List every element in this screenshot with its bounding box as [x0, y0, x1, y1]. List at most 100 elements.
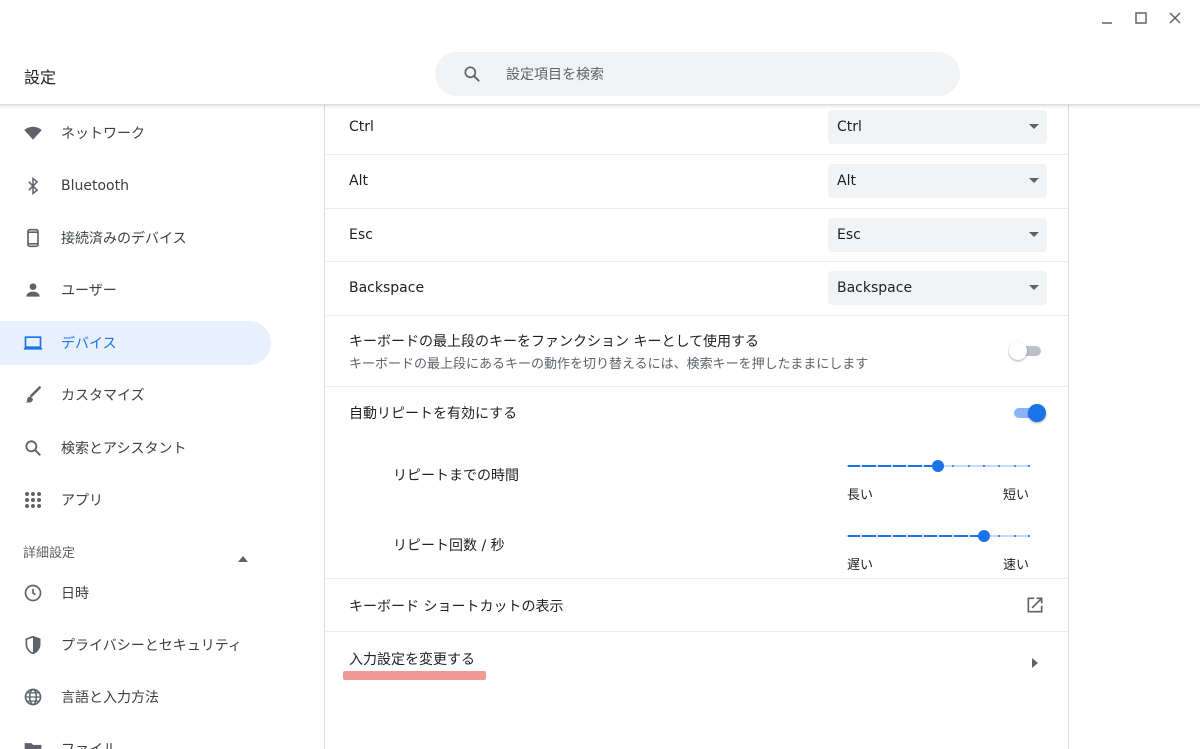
slider-tick	[860, 535, 862, 537]
minimize-icon	[1102, 22, 1112, 24]
wifi-icon	[21, 121, 45, 145]
open-in-new-icon[interactable]	[1025, 595, 1045, 619]
keyboard-shortcuts-row[interactable]: キーボード ショートカットの表示	[326, 579, 1068, 632]
repeat-delay-slider[interactable]	[846, 458, 1030, 474]
slider-thumb[interactable]	[978, 530, 990, 542]
select-value: Ctrl	[837, 119, 862, 135]
search-icon	[461, 63, 483, 85]
slider-tick	[1028, 535, 1030, 537]
slider-tick	[906, 535, 908, 537]
sidebar-item-files[interactable]: ファイル	[0, 727, 271, 749]
keymap-row-ctrl: Ctrl Ctrl	[326, 105, 1068, 155]
sidebar-item-label: ファイル	[61, 739, 117, 749]
bluetooth-icon	[21, 174, 45, 198]
clock-icon	[21, 581, 45, 605]
sidebar-item-personalization[interactable]: カスタマイズ	[0, 373, 271, 417]
function-keys-title: キーボードの最上段のキーをファンクション キーとして使用する	[349, 334, 760, 350]
slider-tick	[1014, 535, 1016, 537]
slider-tick	[846, 465, 848, 467]
sidebar-item-label: プライバシーとセキュリティ	[61, 638, 242, 654]
sidebar-item-label: ユーザー	[61, 283, 117, 299]
slider-tick	[922, 535, 924, 537]
slider-tick	[876, 535, 878, 537]
auto-repeat-section: 自動リピートを有効にする リピートまでの時間 長い 短い リピート回数 / 秒 …	[326, 387, 1068, 579]
repeat-rate-max-label: 速い	[1003, 558, 1030, 573]
sidebar-item-label: 検索とアシスタント	[61, 441, 187, 457]
auto-repeat-toggle[interactable]	[1012, 403, 1046, 423]
auto-repeat-label: 自動リピートを有効にする	[349, 406, 518, 422]
input-settings-label: 入力設定を変更する	[349, 652, 475, 668]
slider-tick	[876, 465, 878, 467]
slider-tick	[1014, 465, 1016, 467]
dropdown-arrow-icon	[1029, 285, 1039, 290]
apps-grid-icon	[21, 488, 45, 512]
brush-icon	[21, 383, 45, 407]
function-keys-toggle[interactable]	[1009, 341, 1043, 361]
repeat-rate-min-label: 遅い	[847, 558, 874, 573]
sidebar-item-languages[interactable]: 言語と入力方法	[0, 675, 271, 719]
globe-icon	[21, 685, 45, 709]
sidebar-item-label: デバイス	[61, 336, 117, 352]
sidebar-item-connected-devices[interactable]: 接続済みのデバイス	[0, 216, 271, 260]
keymap-label: Ctrl	[349, 119, 374, 135]
select-value: Backspace	[837, 280, 913, 296]
slider-thumb[interactable]	[932, 460, 944, 472]
repeat-rate-slider[interactable]	[846, 528, 1030, 544]
page-title: 設定	[24, 68, 57, 87]
maximize-button[interactable]	[1124, 8, 1158, 28]
close-button[interactable]	[1158, 8, 1192, 28]
slider-tick	[891, 465, 893, 467]
sidebar-item-label: アプリ	[61, 493, 103, 509]
sidebar: ネットワーク Bluetooth 接続済みのデバイス ユーザー デバイス カスタ…	[0, 105, 325, 749]
slider-tick	[891, 535, 893, 537]
keyboard-settings-panel: Ctrl Ctrl Alt Alt Esc Esc Backspace Back…	[326, 105, 1069, 749]
sidebar-item-label: 日時	[61, 586, 89, 602]
slider-tick	[1028, 465, 1030, 467]
search-box[interactable]: 設定項目を検索	[435, 52, 960, 96]
slider-tick	[906, 465, 908, 467]
select-value: Esc	[837, 227, 861, 243]
sidebar-item-privacy[interactable]: プライバシーとセキュリティ	[0, 623, 271, 667]
sidebar-item-network[interactable]: ネットワーク	[0, 111, 271, 155]
sidebar-item-device[interactable]: デバイス	[0, 321, 271, 365]
sidebar-item-label: 言語と入力方法	[61, 690, 159, 706]
function-keys-row: キーボードの最上段のキーをファンクション キーとして使用する キーボードの最上段…	[326, 316, 1068, 387]
slider-tick	[922, 465, 924, 467]
sidebar-item-search-assistant[interactable]: 検索とアシスタント	[0, 426, 271, 470]
dropdown-arrow-icon	[1029, 232, 1039, 237]
chevron-right-icon	[1032, 653, 1038, 672]
slider-tick	[952, 535, 954, 537]
slider-tick	[937, 535, 939, 537]
sidebar-item-label: ネットワーク	[61, 126, 145, 142]
phone-icon	[21, 226, 45, 250]
sidebar-item-bluetooth[interactable]: Bluetooth	[0, 164, 271, 208]
dropdown-arrow-icon	[1029, 124, 1039, 129]
keymap-select-esc[interactable]: Esc	[828, 218, 1047, 252]
slider-tick	[998, 465, 1000, 467]
slider-tick	[860, 465, 862, 467]
highlight-underline	[343, 671, 486, 680]
keymap-select-backspace[interactable]: Backspace	[828, 271, 1047, 305]
repeat-rate-label: リピート回数 / 秒	[393, 538, 505, 554]
keymap-select-alt[interactable]: Alt	[828, 164, 1047, 198]
sidebar-item-apps[interactable]: アプリ	[0, 478, 271, 522]
keyboard-shortcuts-label: キーボード ショートカットの表示	[349, 599, 564, 615]
collapse-arrow-icon[interactable]	[238, 547, 248, 566]
sidebar-item-date-time[interactable]: 日時	[0, 571, 271, 615]
minimize-button[interactable]	[1090, 8, 1124, 28]
keymap-select-ctrl[interactable]: Ctrl	[828, 110, 1047, 144]
laptop-icon	[21, 331, 45, 355]
keymap-label: Backspace	[349, 280, 425, 296]
window-controls	[1090, 8, 1192, 28]
shield-icon	[21, 633, 45, 657]
repeat-delay-label: リピートまでの時間	[393, 468, 519, 484]
sidebar-item-label: Bluetooth	[61, 178, 129, 194]
slider-tick	[998, 535, 1000, 537]
search-input[interactable]: 設定項目を検索	[506, 64, 604, 84]
advanced-section-header[interactable]: 詳細設定	[23, 542, 75, 561]
function-keys-description: キーボードの最上段にあるキーの動作を切り替えるには、検索キーを押したままにします	[349, 357, 869, 372]
maximize-icon	[1135, 12, 1147, 24]
slider-tick	[846, 535, 848, 537]
repeat-delay-min-label: 長い	[847, 488, 874, 503]
sidebar-item-users[interactable]: ユーザー	[0, 268, 271, 312]
